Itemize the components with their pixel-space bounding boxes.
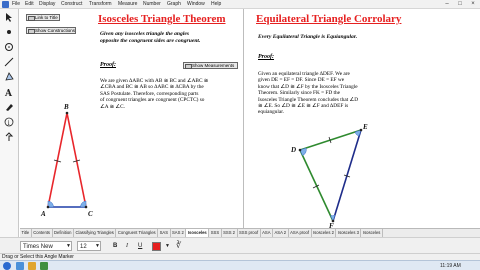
toolbox: A i [0,9,19,245]
point-c[interactable] [84,205,88,209]
size-dropdown-arrow-icon[interactable]: ▼ [95,241,100,251]
tab-congruent-triangles[interactable]: Congruent Triangles [116,229,159,237]
compass-tool-icon[interactable] [3,41,15,53]
marker-tool-icon[interactable] [3,101,15,113]
taskbar-app-icon[interactable] [16,262,24,270]
tab-isosceles-4[interactable]: Isosceles [361,229,383,237]
sketchpad-app-icon [2,1,9,8]
font-dropdown-arrow-icon[interactable]: ▼ [66,241,71,251]
symbolic-notation-icon[interactable]: ∛ [176,241,181,251]
taskbar-sketchpad-icon[interactable] [40,262,48,270]
italic-button[interactable]: I [126,241,128,251]
menu-window[interactable]: Window [187,1,205,8]
close-icon[interactable]: × [467,0,479,8]
tab-definition[interactable]: Definition [53,229,74,237]
start-button-icon[interactable] [3,262,11,270]
equilateral-triangle-def[interactable]: D E F [290,123,368,228]
underline-button[interactable]: U [138,241,142,251]
menu-display[interactable]: Display [39,1,55,8]
side-de[interactable] [299,129,362,151]
tab-asa-proof[interactable]: ASA proof [289,229,312,237]
point-e[interactable] [359,128,363,132]
menu-construct[interactable]: Construct [61,1,82,8]
color-dropdown-arrow-icon[interactable]: ▼ [165,241,170,251]
svg-text:A: A [4,89,13,97]
minimize-icon[interactable]: – [441,0,453,8]
side-ab[interactable] [47,112,68,208]
menu-transform[interactable]: Transform [89,1,112,8]
sketch-canvas[interactable]: Link to Title Show Constructions Show Me… [20,9,480,228]
text-color-swatch[interactable] [152,242,161,251]
bold-button[interactable]: B [113,241,117,251]
menu-help[interactable]: Help [211,1,221,8]
restore-icon[interactable]: □ [454,0,466,8]
tab-asa-2[interactable]: ASA 2 [273,229,289,237]
side-df[interactable] [299,149,334,222]
tab-isosceles[interactable]: Isosceles [186,229,210,237]
label-e[interactable]: E [362,123,368,131]
point-tool-icon[interactable] [3,26,15,38]
menu-measure[interactable]: Measure [118,1,137,8]
text-format-bar: Times New Roman ▼ 12 ▼ B I U ▼ ∛ [0,237,480,260]
windows-taskbar: 11:19 AM [0,260,480,270]
tab-classifying-triangles[interactable]: Classifying Triangles [74,229,117,237]
tab-contents[interactable]: Contents [32,229,53,237]
system-clock: 11:19 AM [440,263,461,269]
menu-bar: File Edit Display Construct Transform Me… [0,0,480,9]
label-d[interactable]: D [290,146,296,154]
custom-tool-icon[interactable] [3,131,15,143]
tab-sss[interactable]: SSS [209,229,222,237]
menu-graph[interactable]: Graph [167,1,181,8]
label-b[interactable]: B [63,103,69,111]
menu-edit[interactable]: Edit [25,1,34,8]
tab-asa[interactable]: ASA [261,229,273,237]
tab-isosceles-2[interactable]: Isosceles 2 [312,229,337,237]
status-bar: Drag or Select this Angle Marker [0,253,480,260]
menu-file[interactable]: File [12,1,20,8]
isosceles-triangle-abc[interactable]: B A C [40,103,93,218]
polygon-tool-icon[interactable] [3,71,15,83]
arrow-tool-icon[interactable] [3,11,15,23]
side-ef[interactable] [332,129,362,222]
taskbar-folder-icon[interactable] [28,262,36,270]
side-bc[interactable] [66,112,87,208]
information-tool-icon[interactable]: i [3,116,15,128]
point-a[interactable] [46,205,50,209]
point-b[interactable] [65,111,69,115]
menu-number[interactable]: Number [143,1,161,8]
triangle-figures: B A C D E F [40,103,368,228]
tab-sas-2[interactable]: SAS 2 [171,229,187,237]
tab-sss-2[interactable]: SSS 2 [222,229,238,237]
tab-title[interactable]: Title [20,229,32,237]
page-tab-bar: Title Contents Definition Classifying Trian… [20,228,480,237]
tab-isosceles-3[interactable]: Isosceles 3 [336,229,362,237]
tab-sss-proof[interactable]: SSS proof [238,229,261,237]
svg-text:i: i [8,120,10,127]
label-a[interactable]: A [40,210,46,218]
straightedge-tool-icon[interactable] [3,56,15,68]
tab-sas[interactable]: SAS [158,229,171,237]
font-family-select[interactable]: Times New Roman [20,241,72,260]
label-c[interactable]: C [88,210,93,218]
text-tool-icon[interactable]: A [3,86,15,98]
point-d[interactable] [298,148,302,152]
